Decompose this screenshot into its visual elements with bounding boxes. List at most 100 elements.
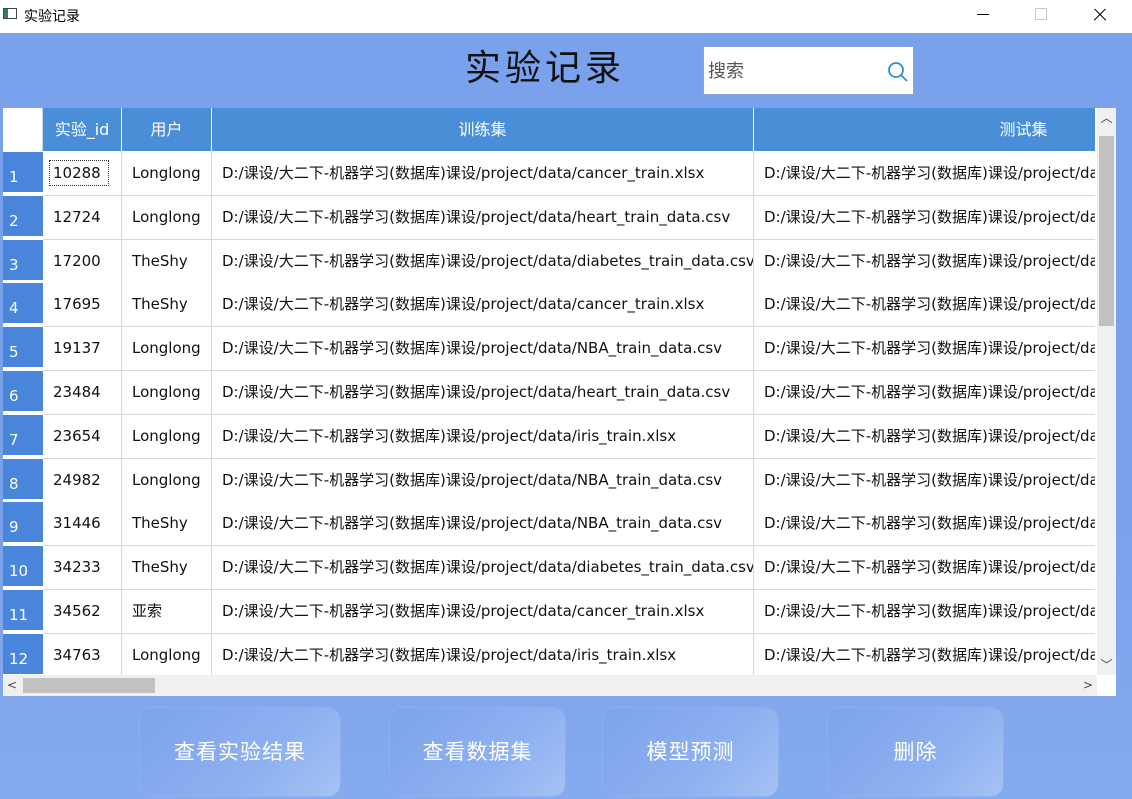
cell-id[interactable]: 24982 <box>43 458 122 503</box>
search-icon[interactable] <box>887 61 909 83</box>
cell-test[interactable]: D:/课设/大二下-机器学习(数据库)课设/project/da <box>754 458 1095 503</box>
cell-user[interactable]: TheShy <box>122 239 212 284</box>
cell-user[interactable]: Longlong <box>122 152 212 196</box>
table-row[interactable]: 8 24982 Longlong D:/课设/大二下-机器学习(数据库)课设/proj… <box>3 458 1095 503</box>
row-number[interactable]: 9 <box>3 502 43 545</box>
cell-test[interactable]: D:/课设/大二下-机器学习(数据库)课设/project/da <box>754 283 1095 328</box>
row-number[interactable]: 11 <box>3 590 43 632</box>
cell-test[interactable]: D:/课设/大二下-机器学习(数据库)课设/project/da <box>754 195 1095 240</box>
cell-test[interactable]: D:/课设/大二下-机器学习(数据库)课设/project/da <box>754 502 1095 547</box>
cell-id[interactable]: 34763 <box>43 633 122 675</box>
header-test[interactable]: 测试集 <box>754 108 1095 152</box>
row-number[interactable]: 3 <box>3 239 43 282</box>
cell-train[interactable]: D:/课设/大二下-机器学习(数据库)课设/project/data/cance… <box>212 590 754 634</box>
cell-train-text: D:/课设/大二下-机器学习(数据库)课设/project/data/iris_… <box>222 645 677 664</box>
row-number[interactable]: 12 <box>3 633 43 675</box>
table-row[interactable]: 10 34233 TheShy D:/课设/大二下-机器学习(数据库)课设/proje… <box>3 546 1095 591</box>
cell-test[interactable]: D:/课设/大二下-机器学习(数据库)课设/project/da <box>754 152 1095 196</box>
cell-train[interactable]: D:/课设/大二下-机器学习(数据库)课设/project/data/NBA_t… <box>212 502 754 547</box>
table-row[interactable]: 11 34562 亚索 D:/课设/大二下-机器学习(数据库)课设/project/d… <box>3 590 1095 634</box>
scroll-down-icon[interactable]: ﹀ <box>1097 655 1116 675</box>
cell-user[interactable]: TheShy <box>122 283 212 328</box>
cell-user[interactable]: Longlong <box>122 371 212 415</box>
cell-id[interactable]: 17200 <box>43 239 122 284</box>
cell-test-text: D:/课设/大二下-机器学习(数据库)课设/project/da <box>764 426 1095 445</box>
cell-user[interactable]: 亚索 <box>122 590 212 634</box>
cell-id[interactable]: 19137 <box>43 327 122 372</box>
close-button[interactable] <box>1076 0 1122 30</box>
table-row[interactable]: 1 10288 Longlong D:/课设/大二下-机器学习(数据库)课设/proj… <box>3 152 1095 196</box>
cell-user[interactable]: TheShy <box>122 502 212 547</box>
maximize-button[interactable] <box>1018 0 1064 30</box>
table-row[interactable]: 12 34763 Longlong D:/课设/大二下-机器学习(数据库)课设/pro… <box>3 633 1095 675</box>
row-number[interactable]: 2 <box>3 195 43 238</box>
cell-train[interactable]: D:/课设/大二下-机器学习(数据库)课设/project/data/heart… <box>212 371 754 415</box>
predict-button[interactable]: 模型预测 <box>603 708 778 796</box>
cell-test[interactable]: D:/课设/大二下-机器学习(数据库)课设/project/da <box>754 633 1095 675</box>
vertical-scroll-thumb[interactable] <box>1099 136 1114 326</box>
minimize-button[interactable] <box>960 0 1006 30</box>
cell-user[interactable]: Longlong <box>122 458 212 503</box>
header-train[interactable]: 训练集 <box>212 108 754 152</box>
cell-test[interactable]: D:/课设/大二下-机器学习(数据库)课设/project/da <box>754 327 1095 372</box>
cell-train[interactable]: D:/课设/大二下-机器学习(数据库)课设/project/data/iris_… <box>212 633 754 675</box>
row-number[interactable]: 5 <box>3 327 43 370</box>
cell-id[interactable]: 23484 <box>43 371 122 415</box>
horizontal-scroll-thumb[interactable] <box>23 678 155 693</box>
scroll-up-icon[interactable]: ︿ <box>1097 108 1116 128</box>
vertical-scrollbar[interactable]: ︿ ﹀ <box>1097 108 1116 675</box>
cell-id[interactable]: 23654 <box>43 414 122 459</box>
cell-id[interactable]: 10288 <box>43 152 122 196</box>
cell-user[interactable]: Longlong <box>122 414 212 459</box>
cell-test[interactable]: D:/课设/大二下-机器学习(数据库)课设/project/da <box>754 371 1095 415</box>
cell-train[interactable]: D:/课设/大二下-机器学习(数据库)课设/project/data/iris_… <box>212 414 754 459</box>
cell-id[interactable]: 31446 <box>43 502 122 547</box>
cell-train[interactable]: D:/课设/大二下-机器学习(数据库)课设/project/data/cance… <box>212 283 754 328</box>
scroll-right-icon[interactable]: > <box>1079 675 1097 696</box>
cell-id[interactable]: 34233 <box>43 546 122 591</box>
table-row[interactable]: 4 17695 TheShy D:/课设/大二下-机器学习(数据库)课设/projec… <box>3 283 1095 328</box>
row-number[interactable]: 8 <box>3 458 43 501</box>
cell-user[interactable]: Longlong <box>122 327 212 372</box>
cell-train[interactable]: D:/课设/大二下-机器学习(数据库)课设/project/data/NBA_t… <box>212 458 754 503</box>
cell-user-text: TheShy <box>132 514 188 533</box>
cell-test[interactable]: D:/课设/大二下-机器学习(数据库)课设/project/da <box>754 414 1095 459</box>
table-row[interactable]: 2 12724 Longlong D:/课设/大二下-机器学习(数据库)课设/proj… <box>3 195 1095 240</box>
row-number[interactable]: 1 <box>3 152 43 194</box>
cell-id[interactable]: 17695 <box>43 283 122 328</box>
corner-cell[interactable] <box>3 108 43 152</box>
table-row[interactable]: 6 23484 Longlong D:/课设/大二下-机器学习(数据库)课设/proj… <box>3 371 1095 415</box>
delete-button[interactable]: 删除 <box>828 708 1003 796</box>
cell-train[interactable]: D:/课设/大二下-机器学习(数据库)课设/project/data/diabe… <box>212 239 754 284</box>
row-number-text: 5 <box>9 343 19 362</box>
view-result-button[interactable]: 查看实验结果 <box>140 708 340 796</box>
cell-train[interactable]: D:/课设/大二下-机器学习(数据库)课设/project/data/diabe… <box>212 546 754 591</box>
row-number[interactable]: 10 <box>3 546 43 589</box>
row-number[interactable]: 7 <box>3 414 43 457</box>
table-row[interactable]: 7 23654 Longlong D:/课设/大二下-机器学习(数据库)课设/proj… <box>3 414 1095 459</box>
table-row[interactable]: 3 17200 TheShy D:/课设/大二下-机器学习(数据库)课设/projec… <box>3 239 1095 284</box>
table-row[interactable]: 5 19137 Longlong D:/课设/大二下-机器学习(数据库)课设/proj… <box>3 327 1095 372</box>
cell-train[interactable]: D:/课设/大二下-机器学习(数据库)课设/project/data/heart… <box>212 195 754 240</box>
row-number[interactable]: 4 <box>3 283 43 326</box>
search-input[interactable] <box>706 57 880 85</box>
cell-user[interactable]: Longlong <box>122 195 212 240</box>
cell-train[interactable]: D:/课设/大二下-机器学习(数据库)课设/project/data/cance… <box>212 152 754 196</box>
cell-id[interactable]: 12724 <box>43 195 122 240</box>
cell-test[interactable]: D:/课设/大二下-机器学习(数据库)课设/project/da <box>754 239 1095 284</box>
view-dataset-button[interactable]: 查看数据集 <box>390 708 565 796</box>
cell-user[interactable]: Longlong <box>122 633 212 675</box>
cell-id[interactable]: 34562 <box>43 590 122 634</box>
scroll-left-icon[interactable]: < <box>3 675 21 696</box>
row-number-text: 10 <box>9 562 29 581</box>
table-row[interactable]: 9 31446 TheShy D:/课设/大二下-机器学习(数据库)课设/projec… <box>3 502 1095 547</box>
cell-train[interactable]: D:/课设/大二下-机器学习(数据库)课设/project/data/NBA_t… <box>212 327 754 372</box>
cell-user[interactable]: TheShy <box>122 546 212 591</box>
header-id[interactable]: 实验_id <box>43 108 122 152</box>
horizontal-scrollbar[interactable]: < > <box>3 675 1097 696</box>
row-number[interactable]: 6 <box>3 371 43 413</box>
cell-test[interactable]: D:/课设/大二下-机器学习(数据库)课设/project/da <box>754 590 1095 634</box>
cell-test[interactable]: D:/课设/大二下-机器学习(数据库)课设/project/da <box>754 546 1095 591</box>
cell-train-text: D:/课设/大二下-机器学习(数据库)课设/project/data/heart… <box>222 207 731 226</box>
header-user[interactable]: 用户 <box>122 108 212 152</box>
